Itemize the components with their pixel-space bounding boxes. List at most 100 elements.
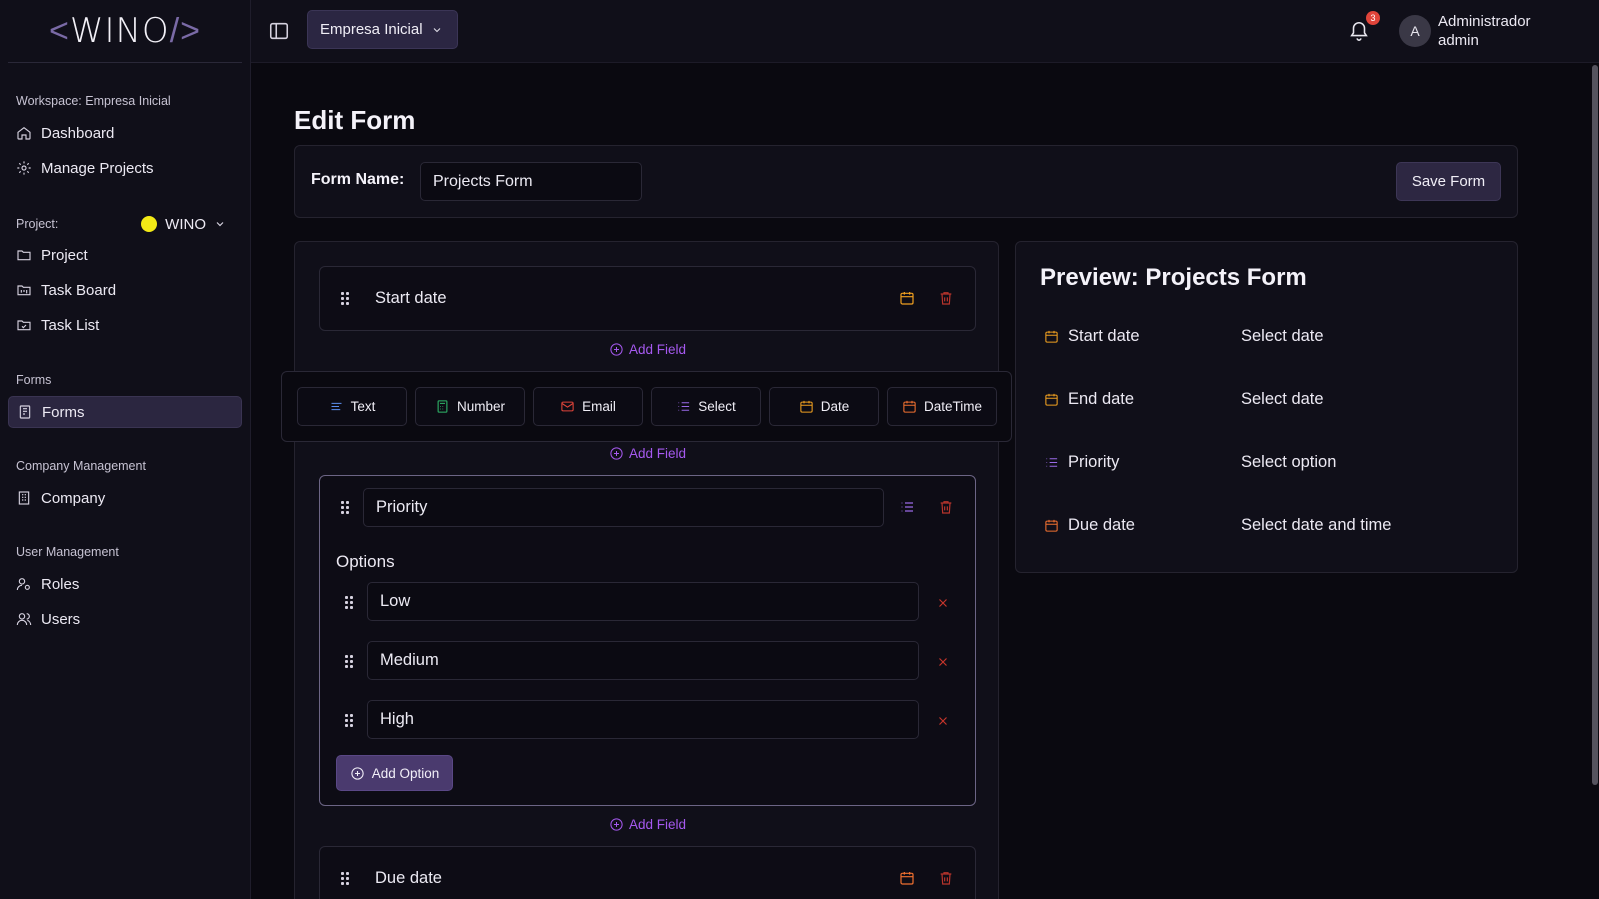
drag-handle-icon[interactable] <box>341 292 351 308</box>
user-menu[interactable]: Administrador admin <box>1438 12 1531 50</box>
preview-row-label: Priority <box>1044 453 1119 472</box>
plus-circle-icon <box>609 342 624 357</box>
company-section-label: Company Management <box>16 459 146 473</box>
sidebar-item-users[interactable]: Users <box>8 603 242 635</box>
close-icon[interactable] <box>936 655 950 669</box>
add-field-button[interactable]: Add Field <box>609 817 686 832</box>
sidebar-item-forms[interactable]: Forms <box>8 396 242 428</box>
add-field-button[interactable]: Add Field <box>609 446 686 461</box>
add-field-label: Add Field <box>629 342 687 357</box>
trash-icon[interactable] <box>938 870 956 888</box>
option-input[interactable]: High <box>367 700 919 739</box>
user-role: admin <box>1438 32 1479 49</box>
field-type-label: Select <box>698 399 736 414</box>
sidebar-item-roles[interactable]: Roles <box>8 568 242 600</box>
add-option-button[interactable]: Add Option <box>336 755 453 791</box>
company-selector[interactable]: Empresa Inicial <box>307 10 458 49</box>
field-type-label: Text <box>350 399 376 414</box>
close-icon[interactable] <box>936 714 950 728</box>
preview-row-label: Due date <box>1044 516 1135 535</box>
sidebar-item-task-list[interactable]: Task List <box>8 309 242 341</box>
save-form-button[interactable]: Save Form <box>1396 162 1501 201</box>
preview-field-label: Start date <box>1068 327 1140 345</box>
preview-date-picker[interactable]: Select date <box>1241 390 1324 409</box>
sidebar-item-dashboard[interactable]: Dashboard <box>8 117 242 149</box>
preview-datetime-picker[interactable]: Select date and time <box>1241 516 1391 535</box>
preview-card: Preview: Projects Form Start date Select… <box>1015 241 1518 573</box>
users-icon <box>16 611 32 627</box>
field-type-text-button[interactable]: Text <box>297 387 407 426</box>
plus-circle-icon <box>609 446 624 461</box>
sidebar-item-company[interactable]: Company <box>8 482 242 514</box>
sidebar-item-label: Users <box>41 610 81 628</box>
field-name-input[interactable]: Priority <box>363 488 884 527</box>
scrollbar[interactable] <box>1591 63 1599 899</box>
drag-handle-icon[interactable] <box>345 714 355 730</box>
scrollbar-thumb[interactable] <box>1592 65 1598 785</box>
form-builder-card: Start date Add Field Add Field Priority … <box>294 241 999 899</box>
project-label: Project: <box>16 217 59 231</box>
add-field-button[interactable]: Add Field <box>609 342 686 357</box>
project-selector[interactable]: WINO <box>141 216 226 233</box>
drag-handle-icon[interactable] <box>341 501 351 517</box>
field-type-number-button[interactable]: Number <box>415 387 525 426</box>
add-option-label: Add Option <box>371 765 440 781</box>
field-card-due-date: Due date <box>319 846 976 899</box>
forms-section-label: Forms <box>16 373 52 387</box>
option-input[interactable]: Medium <box>367 641 919 680</box>
app-logo[interactable]: < WINO /> <box>8 0 242 63</box>
logo-bracket-left: < <box>48 11 70 50</box>
close-icon[interactable] <box>936 596 950 610</box>
form-icon <box>17 404 33 420</box>
chevron-down-icon <box>214 218 226 230</box>
preview-row-label: End date <box>1044 390 1134 409</box>
form-name-card: Form Name: Projects Form Save Form <box>294 145 1518 218</box>
field-card-priority: Priority Options Low Medium High Add Opt… <box>319 475 976 806</box>
sidebar-item-label: Dashboard <box>41 124 115 142</box>
sidebar-item-label: Task List <box>41 316 100 334</box>
field-type-date-button[interactable]: Date <box>769 387 879 426</box>
top-bar: Empresa Inicial 3 A Administrador admin <box>251 0 1599 63</box>
sidebar-toggle-icon[interactable] <box>268 20 290 42</box>
sidebar-item-task-board[interactable]: Task Board <box>8 274 242 306</box>
drag-handle-icon[interactable] <box>341 872 351 888</box>
preview-date-picker[interactable]: Select date <box>1241 327 1324 346</box>
folder-icon <box>16 247 32 263</box>
home-icon <box>16 125 32 141</box>
preview-row-label: Start date <box>1044 327 1140 346</box>
field-type-select-button[interactable]: Select <box>651 387 761 426</box>
gear-icon <box>16 160 32 176</box>
form-name-label: Form Name: <box>311 171 405 188</box>
list-icon <box>899 499 917 517</box>
drag-handle-icon[interactable] <box>345 596 355 612</box>
field-type-datetime-button[interactable]: DateTime <box>887 387 997 426</box>
option-input[interactable]: Low <box>367 582 919 621</box>
sidebar-item-label: Project <box>41 246 88 264</box>
sidebar-item-manage-projects[interactable]: Manage Projects <box>8 152 242 184</box>
drag-handle-icon[interactable] <box>345 655 355 671</box>
field-type-email-button[interactable]: Email <box>533 387 643 426</box>
calendar-icon <box>799 399 814 414</box>
company-name: Empresa Inicial <box>320 21 423 38</box>
field-label[interactable]: Start date <box>375 289 447 308</box>
trash-icon[interactable] <box>938 499 956 517</box>
calendar-icon <box>899 290 917 308</box>
project-row: Project: WINO <box>16 212 226 236</box>
calendar-icon <box>1044 392 1059 407</box>
user-name: Administrador <box>1438 13 1531 30</box>
form-name-input[interactable]: Projects Form <box>420 162 642 201</box>
preview-select[interactable]: Select option <box>1241 453 1336 472</box>
bell-icon[interactable] <box>1348 20 1370 42</box>
preview-field-label: End date <box>1068 390 1135 408</box>
calendar-icon <box>899 870 917 888</box>
sidebar-item-label: Forms <box>42 403 85 421</box>
sidebar-item-label: Company <box>41 489 106 507</box>
trash-icon[interactable] <box>938 290 956 308</box>
board-icon <box>16 282 32 298</box>
page-title: Edit Form <box>294 105 416 135</box>
project-color-dot <box>141 216 158 232</box>
sidebar-item-project[interactable]: Project <box>8 239 242 271</box>
field-card-start-date: Start date <box>319 266 976 331</box>
avatar[interactable]: A <box>1399 15 1431 47</box>
field-label[interactable]: Due date <box>375 869 442 888</box>
